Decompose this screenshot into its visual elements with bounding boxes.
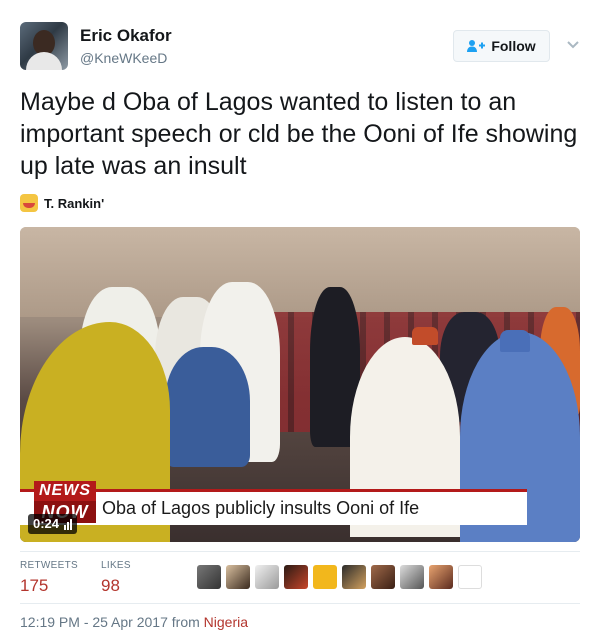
chevron-down-icon[interactable] [566,38,580,50]
location-link[interactable]: Nigeria [204,614,248,630]
news-ticker: Oba of Lagos publicly insults Ooni of If… [20,489,527,525]
liker-avatar[interactable] [284,565,308,589]
video-figure-hat [412,327,438,345]
liker-avatar[interactable] [255,565,279,589]
avatar-shirt [26,52,62,70]
user-display-name[interactable]: Eric Okafor [80,26,172,46]
video-figure [165,347,250,467]
likes-count: 98 [101,576,120,595]
video-figure-hat [500,330,530,352]
liker-avatar[interactable] [226,565,250,589]
retweets-stat[interactable]: RETWEETS 175 [20,560,78,596]
user-avatar[interactable] [20,22,68,70]
liker-avatar[interactable] [371,565,395,589]
add-user-icon [467,39,486,53]
likers-avatars [197,565,487,589]
user-handle[interactable]: @KneWKeeD [80,50,167,66]
attribution-avatar-icon [20,194,38,212]
retweets-label: RETWEETS [20,560,78,571]
timestamp-text[interactable]: 12:19 PM - 25 Apr 2017 from [20,614,200,630]
tweet-timestamp: 12:19 PM - 25 Apr 2017 from Nigeria [20,614,248,630]
likes-stat[interactable]: LIKES 98 [101,560,131,596]
liker-avatar[interactable] [197,565,221,589]
divider [20,551,580,552]
divider [20,603,580,604]
retweets-count: 175 [20,576,49,595]
tweet-header: Eric Okafor @KneWKeeD Follow [20,22,580,72]
liker-avatar[interactable] [429,565,453,589]
volume-bars-icon [63,518,73,530]
attribution-label: T. Rankin' [44,195,105,211]
video-player[interactable]: Oba of Lagos publicly insults Ooni of If… [20,227,580,542]
likes-label: LIKES [101,560,131,571]
follow-button-label: Follow [491,38,536,54]
media-attribution[interactable]: T. Rankin' [20,193,104,213]
liker-avatar[interactable] [342,565,366,589]
liker-avatar[interactable] [313,565,337,589]
news-logo-line1: NEWS [34,481,96,501]
tweet-text: Maybe d Oba of Lagos wanted to listen to… [20,88,578,180]
news-ticker-text: Oba of Lagos publicly insults Ooni of If… [102,498,420,518]
liker-avatar[interactable] [458,565,482,589]
video-duration: 0:24 [33,516,60,531]
video-duration-badge: 0:24 [28,514,78,534]
liker-avatar[interactable] [400,565,424,589]
follow-button[interactable]: Follow [453,30,550,62]
